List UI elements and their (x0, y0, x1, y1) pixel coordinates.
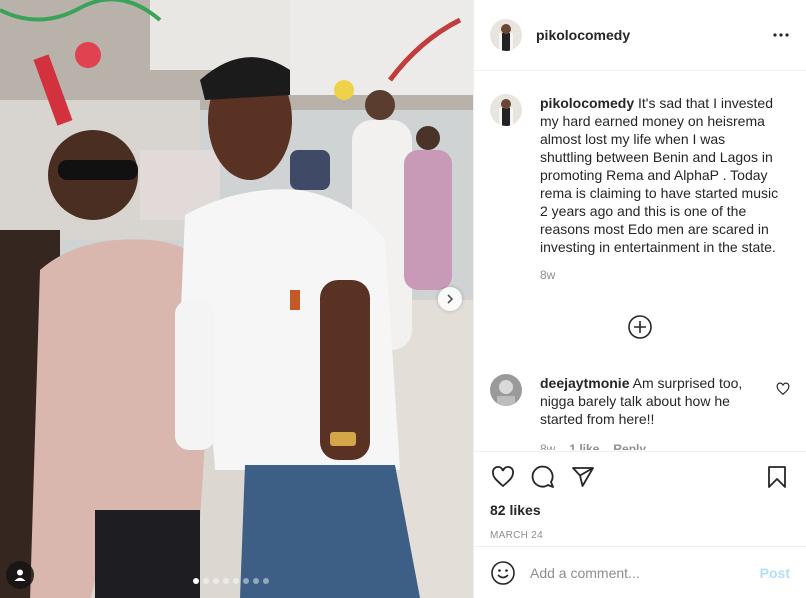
paper-plane-icon (572, 467, 594, 487)
caption-body: pikolocomedy It's sad that I invested my… (540, 94, 780, 284)
caption: pikolocomedy It's sad that I invested my… (490, 94, 790, 284)
avatar-image (490, 94, 522, 126)
more-options-button[interactable] (772, 26, 790, 44)
caption-meta: 8w (540, 266, 780, 284)
comments-section: pikolocomedy It's sad that I invested my… (474, 72, 806, 450)
smiley-icon[interactable] (490, 560, 516, 586)
caption-text-block: pikolocomedy It's sad that I invested my… (540, 94, 780, 256)
post-actions: 82 likes MARCH 24 (474, 451, 806, 541)
commenter-avatar[interactable] (490, 374, 522, 406)
carousel-dot (253, 578, 259, 584)
carousel-dot (263, 578, 269, 584)
post-header: pikolocomedy (474, 0, 806, 71)
next-image-button[interactable] (438, 287, 462, 311)
plus-circle-icon[interactable] (627, 314, 653, 340)
carousel-dot (213, 578, 219, 584)
carousel-dot (243, 578, 249, 584)
comment-item: deejaytmonie Am surprised too, nigga bar… (490, 374, 790, 450)
comment-input[interactable] (530, 564, 760, 581)
comment-body: deejaytmonie Am surprised too, nigga bar… (540, 374, 764, 450)
bookmark-icon (768, 466, 786, 488)
author-username[interactable]: pikolocomedy (536, 27, 630, 43)
comment-button[interactable] (530, 464, 556, 490)
carousel-dot (203, 578, 209, 584)
tagged-users-button[interactable] (6, 561, 34, 589)
comment-likes[interactable]: 1 like (569, 440, 599, 450)
reply-button[interactable]: Reply (613, 440, 646, 450)
carousel-dot (193, 578, 199, 584)
comment-bubble-icon (531, 465, 554, 488)
comment-text-block: deejaytmonie Am surprised too, nigga bar… (540, 374, 764, 428)
carousel-dot (233, 578, 239, 584)
heart-icon (492, 466, 514, 488)
save-button[interactable] (764, 464, 790, 490)
photo-scene (0, 0, 473, 598)
caption-text: It's sad that I invested my hard earned … (540, 95, 779, 255)
comment-meta: 8w 1 like Reply (540, 440, 764, 450)
add-comment-bar: Post (474, 546, 806, 598)
caption-avatar[interactable] (490, 94, 522, 126)
likes-count[interactable]: 82 likes (490, 502, 790, 518)
action-bar (490, 462, 790, 492)
avatar-image (490, 19, 522, 51)
carousel-indicator (193, 578, 269, 584)
author-avatar[interactable] (490, 19, 522, 51)
more-horizontal-icon (773, 33, 789, 37)
chevron-right-icon (447, 294, 454, 304)
comment-username[interactable]: deejaytmonie (540, 375, 629, 391)
caption-age[interactable]: 8w (540, 266, 555, 284)
post-side-panel: pikolocomedy pikolocomedy It's sad that … (473, 0, 806, 598)
user-tag-icon (14, 569, 26, 581)
caption-username[interactable]: pikolocomedy (540, 95, 634, 111)
share-button[interactable] (570, 464, 596, 490)
load-more-comments[interactable] (490, 314, 790, 340)
post-date[interactable]: MARCH 24 (490, 530, 790, 541)
carousel-dot (223, 578, 229, 584)
post-comment-button[interactable]: Post (760, 565, 790, 581)
post-photo[interactable] (0, 0, 473, 598)
comment-age[interactable]: 8w (540, 440, 555, 450)
avatar-image (490, 374, 522, 406)
comment-like-heart-icon[interactable] (776, 382, 790, 396)
like-button[interactable] (490, 464, 516, 490)
